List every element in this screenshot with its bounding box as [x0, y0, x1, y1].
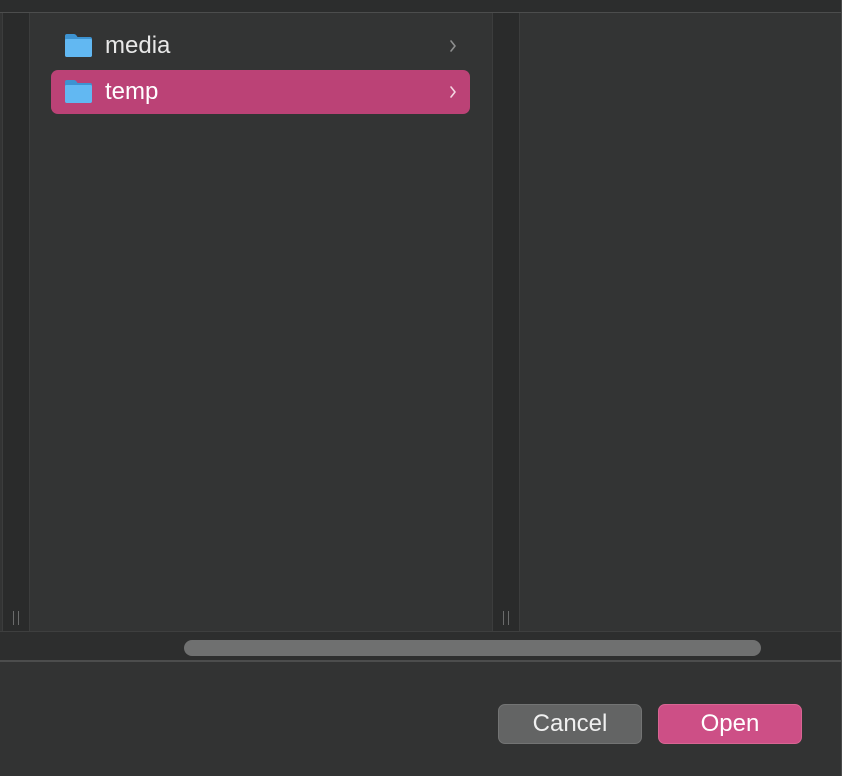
browser-column-2 — [520, 13, 841, 631]
list-item-temp[interactable]: temp — [51, 70, 470, 114]
horizontal-scrollbar-thumb[interactable] — [184, 640, 761, 656]
list-item-media[interactable]: media — [51, 24, 470, 68]
column-resize-handle[interactable] — [11, 611, 21, 625]
cancel-button[interactable]: Cancel — [498, 704, 642, 744]
folder-icon — [65, 80, 92, 103]
open-button[interactable]: Open — [658, 704, 802, 744]
dialog-top-divider — [0, 0, 841, 13]
open-file-dialog: media temp Cancel Open — [0, 0, 842, 776]
column-resize-handle[interactable] — [501, 611, 511, 625]
dialog-footer: Cancel Open — [0, 662, 841, 776]
column-browser: media temp — [0, 13, 841, 631]
chevron-right-icon — [450, 86, 456, 98]
list-item-label: temp — [105, 78, 159, 105]
column-gutter-right — [492, 13, 520, 631]
column-gutter-left — [2, 13, 30, 631]
browser-column-1: media temp — [30, 13, 492, 631]
list-item-label: media — [105, 32, 171, 59]
folder-icon — [65, 34, 92, 57]
chevron-right-icon — [450, 40, 456, 52]
